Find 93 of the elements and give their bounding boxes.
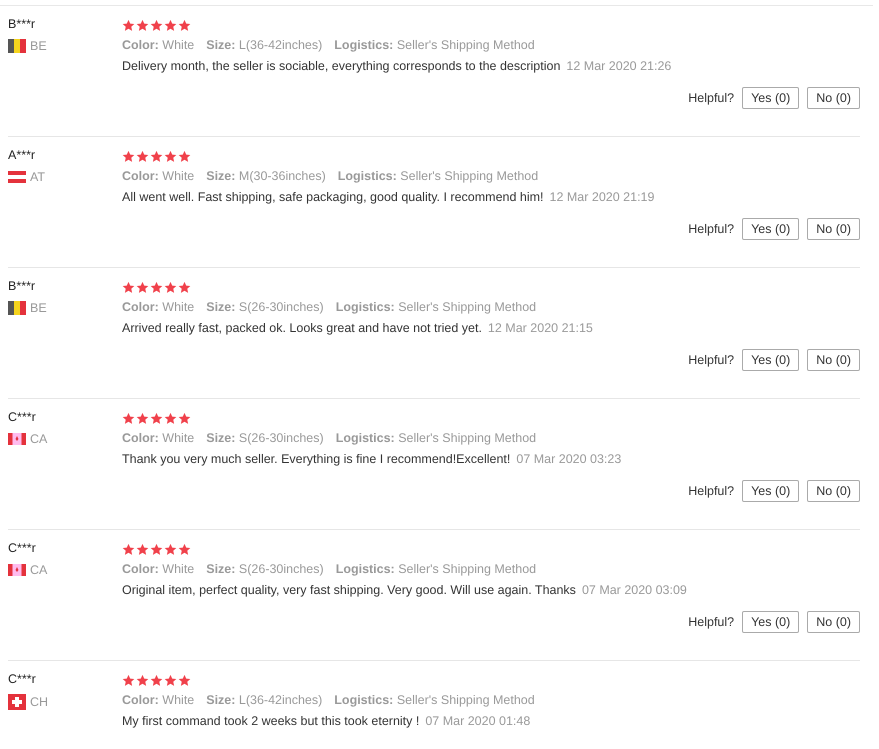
- star-icon: [164, 543, 177, 556]
- yes-button[interactable]: Yes (0): [742, 611, 800, 633]
- helpful-label: Helpful?: [688, 222, 734, 236]
- star-icon: [164, 281, 177, 294]
- reviewer-name: B***r: [8, 17, 36, 31]
- color-attribute: Color: White: [122, 38, 194, 52]
- country-code: CA: [30, 563, 48, 577]
- no-button[interactable]: No (0): [807, 218, 860, 240]
- logistics-attribute: Logistics: Seller's Shipping Method: [338, 169, 538, 183]
- star-icon: [178, 150, 191, 163]
- logistics-attribute: Logistics: Seller's Shipping Method: [336, 562, 536, 576]
- country-code: BE: [30, 301, 47, 315]
- star-icon: [178, 19, 191, 32]
- size-attribute: Size: L(36-42inches): [206, 693, 322, 707]
- review-date: 12 Mar 2020 21:15: [488, 321, 593, 335]
- color-attribute: Color: White: [122, 693, 194, 707]
- reviewer-name: A***r: [8, 148, 36, 162]
- star-icon: [122, 150, 135, 163]
- flag-icon: [8, 694, 26, 710]
- review-text: Thank you very much seller. Everything is fine I recommend!Excellent!: [122, 452, 510, 466]
- star-icon: [150, 150, 163, 163]
- logistics-attribute: Logistics: Seller's Shipping Method: [334, 38, 535, 52]
- size-attribute: Size: S(26-30inches): [206, 431, 324, 445]
- flag-icon: [8, 301, 26, 315]
- star-icon: [150, 674, 163, 687]
- color-attribute: Color: White: [122, 431, 194, 445]
- reviewer-name: C***r: [8, 541, 37, 555]
- review-date: 12 Mar 2020 21:26: [566, 59, 672, 73]
- size-attribute: Size: L(36-42inches): [206, 38, 322, 52]
- star-icon: [150, 19, 163, 32]
- star-icon: [178, 412, 191, 425]
- star-icon: [122, 281, 135, 294]
- yes-button[interactable]: Yes (0): [742, 480, 800, 502]
- star-icon: [178, 674, 191, 687]
- logistics-attribute: Logistics: Seller's Shipping Method: [334, 693, 535, 707]
- star-icon: [136, 412, 149, 425]
- color-attribute: Color: White: [122, 562, 194, 576]
- logistics-attribute: Logistics: Seller's Shipping Method: [336, 431, 536, 445]
- review-text: Delivery month, the seller is sociable, everything corresponds to the description: [122, 59, 560, 73]
- review-text: My first command took 2 weeks but this took eternity !: [122, 714, 420, 728]
- flag-icon: [8, 171, 26, 183]
- country-code: AT: [30, 170, 46, 184]
- color-attribute: Color: White: [122, 169, 194, 183]
- helpful-label: Helpful?: [688, 353, 734, 367]
- country-code: BE: [30, 39, 47, 53]
- star-icon: [164, 674, 177, 687]
- review-text: All went well. Fast shipping, safe packaging, good quality. I recommend him!: [122, 190, 544, 204]
- review-date: 07 Mar 2020 01:48: [425, 714, 530, 728]
- yes-button[interactable]: Yes (0): [742, 87, 800, 109]
- reviewer-name: B***r: [8, 279, 36, 293]
- star-icon: [122, 412, 135, 425]
- star-icon: [164, 412, 177, 425]
- reviewer-name: C***r: [8, 410, 37, 424]
- star-icon: [136, 281, 149, 294]
- yes-button[interactable]: Yes (0): [742, 349, 800, 371]
- helpful-label: Helpful?: [688, 91, 734, 105]
- star-icon: [122, 543, 135, 556]
- flag-icon: [8, 433, 26, 445]
- star-icon: [164, 19, 177, 32]
- star-icon: [136, 19, 149, 32]
- star-icon: [150, 281, 163, 294]
- country-code: CA: [30, 432, 48, 446]
- no-button[interactable]: No (0): [807, 480, 860, 502]
- review-date: 07 Mar 2020 03:23: [516, 452, 622, 466]
- star-icon: [136, 674, 149, 687]
- star-icon: [178, 281, 191, 294]
- size-attribute: Size: S(26-30inches): [206, 300, 324, 314]
- size-attribute: Size: S(26-30inches): [206, 562, 324, 576]
- star-icon: [136, 150, 149, 163]
- review-date: 12 Mar 2020 21:19: [550, 190, 654, 204]
- helpful-label: Helpful?: [688, 484, 734, 498]
- color-attribute: Color: White: [122, 300, 194, 314]
- star-icon: [122, 19, 135, 32]
- logistics-attribute: Logistics: Seller's Shipping Method: [336, 300, 536, 314]
- review-date: 07 Mar 2020 03:09: [582, 583, 687, 597]
- no-button[interactable]: No (0): [807, 349, 860, 371]
- reviewer-name: C***r: [8, 672, 37, 686]
- star-icon: [178, 543, 191, 556]
- flag-icon: [8, 564, 26, 576]
- size-attribute: Size: M(30-36inches): [206, 169, 326, 183]
- country-code: CH: [30, 695, 48, 709]
- no-button[interactable]: No (0): [807, 87, 860, 109]
- star-icon: [164, 150, 177, 163]
- star-icon: [150, 412, 163, 425]
- flag-icon: [8, 39, 26, 53]
- helpful-label: Helpful?: [688, 615, 734, 629]
- yes-button[interactable]: Yes (0): [742, 218, 800, 240]
- star-icon: [136, 543, 149, 556]
- star-icon: [122, 674, 135, 687]
- star-icon: [150, 543, 163, 556]
- no-button[interactable]: No (0): [807, 611, 860, 633]
- review-text: Arrived really fast, packed ok. Looks great and have not tried yet.: [122, 321, 482, 335]
- review-text: Original item, perfect quality, very fast shipping. Very good. Will use again. Thanks: [122, 583, 576, 597]
